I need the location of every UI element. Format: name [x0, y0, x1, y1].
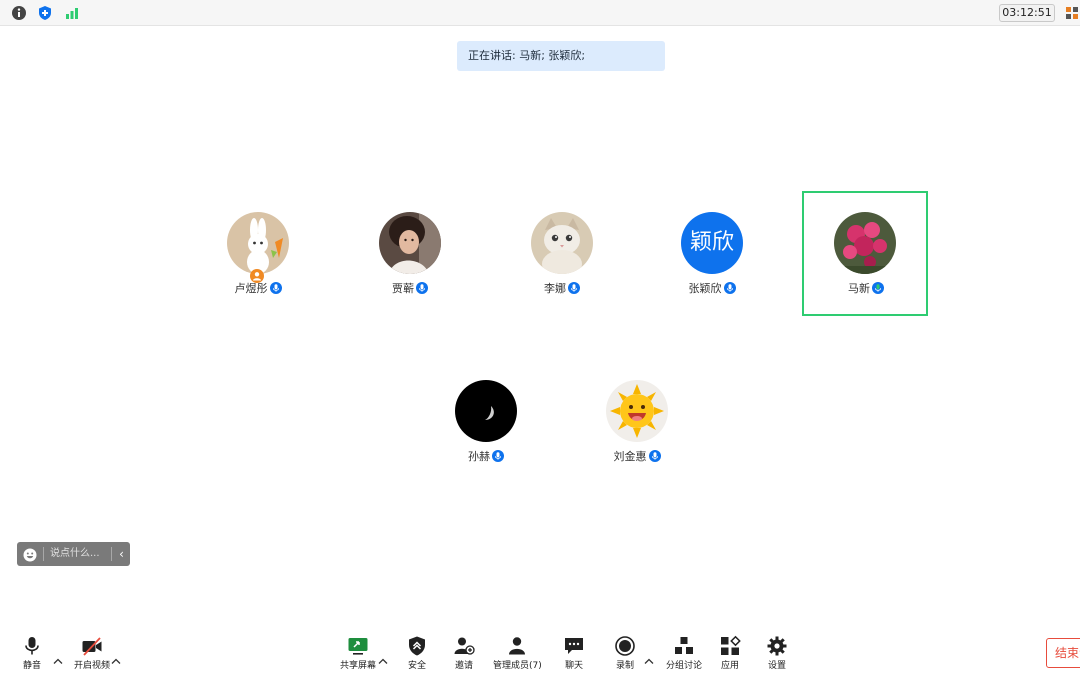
share-label: 共享屏幕 — [339, 661, 376, 671]
participant-name: 刘金惠 — [575, 448, 699, 464]
chevron-up-icon[interactable] — [644, 650, 654, 664]
emoji-icon[interactable] — [23, 547, 37, 562]
participants-label: 管理成员(7) — [493, 661, 542, 671]
chevron-up-icon[interactable] — [378, 650, 388, 664]
chat-icon — [563, 635, 585, 657]
apps-button[interactable]: 应用 — [713, 635, 747, 671]
chevron-up-icon[interactable] — [111, 650, 121, 664]
security-button[interactable]: 安全 — [400, 635, 434, 671]
divider — [43, 547, 44, 561]
top-status-bar: 03:12:51 — [0, 0, 1080, 26]
speaking-banner: 正在讲话: 马新; 张颖欣; — [457, 41, 665, 71]
participant-tile[interactable]: 颖欣 张颖欣 — [650, 192, 774, 316]
shield-icon[interactable] — [37, 5, 53, 21]
participant-tile[interactable]: 孙赫 — [424, 360, 548, 484]
chat-button[interactable]: 聊天 — [557, 635, 591, 671]
chat-label: 聊天 — [564, 661, 583, 671]
mic-on-icon — [568, 282, 580, 294]
breakout-rooms-button[interactable]: 分组讨论 — [662, 635, 706, 671]
photo-avatar — [379, 212, 441, 274]
end-meeting-button[interactable]: 结束会议 — [1046, 638, 1080, 668]
moon-avatar — [455, 380, 517, 442]
invite-label: 邀请 — [454, 661, 473, 671]
collapse-chat-button[interactable]: ‹ — [113, 542, 130, 566]
shield-icon — [406, 635, 428, 657]
settings-label: 设置 — [767, 661, 786, 671]
share-screen-icon — [347, 635, 369, 657]
signal-icon[interactable] — [64, 5, 80, 21]
participant-tile[interactable]: 卢煜彤 — [196, 192, 320, 316]
participant-name: 李娜 — [500, 280, 624, 296]
cat-avatar — [531, 212, 593, 274]
record-icon — [614, 635, 636, 657]
participant-name: 卢煜彤 — [196, 280, 320, 296]
share-screen-button[interactable]: 共享屏幕 — [338, 635, 378, 671]
meeting-timer: 03:12:51 — [999, 4, 1055, 22]
info-icon[interactable] — [11, 5, 27, 21]
mic-on-icon — [416, 282, 428, 294]
avatar-initials: 颖欣 — [689, 230, 734, 255]
gear-icon — [766, 635, 788, 657]
participant-tile[interactable]: 李娜 — [500, 192, 624, 316]
participants-icon — [506, 635, 528, 657]
text-avatar: 颖欣 — [681, 212, 743, 274]
mic-on-icon — [269, 282, 282, 294]
record-label: 录制 — [615, 661, 634, 671]
mute-button[interactable]: 静音 — [14, 635, 50, 671]
mic-on-icon — [648, 450, 661, 462]
start-video-button[interactable]: 开启视频 — [70, 635, 114, 671]
chat-input[interactable]: 说点什么... — [50, 542, 100, 566]
microphone-icon — [21, 635, 43, 657]
manage-participants-button[interactable]: 管理成员(7) — [493, 635, 542, 671]
video-label: 开启视频 — [73, 661, 110, 671]
bunny-avatar — [227, 212, 289, 274]
divider — [111, 547, 112, 561]
participant-tile-active[interactable]: 马新 — [802, 191, 928, 316]
sun-avatar — [606, 380, 668, 442]
participant-name: 张颖欣 — [650, 280, 774, 296]
participant-name: 马新 — [803, 280, 929, 296]
invite-button[interactable]: 邀请 — [447, 635, 481, 671]
breakout-label: 分组讨论 — [665, 661, 702, 671]
video-off-icon — [81, 635, 103, 657]
chat-input-bar[interactable]: 说点什么... ‹ — [17, 542, 130, 566]
participant-name: 孙赫 — [424, 448, 548, 464]
chevron-up-icon[interactable] — [53, 650, 63, 664]
participant-tile[interactable]: 刘金惠 — [575, 360, 699, 484]
apps-icon — [719, 635, 741, 657]
flower-avatar — [834, 212, 896, 274]
mute-label: 静音 — [22, 661, 41, 671]
mic-speaking-icon — [872, 282, 884, 294]
add-user-icon — [453, 635, 475, 657]
settings-button[interactable]: 设置 — [760, 635, 794, 671]
participant-tile[interactable]: 贾蕲 — [348, 192, 472, 316]
apps-label: 应用 — [720, 661, 739, 671]
breakout-rooms-icon — [673, 635, 695, 657]
participant-name: 贾蕲 — [348, 280, 472, 296]
mic-on-icon — [492, 450, 504, 462]
security-label: 安全 — [407, 661, 426, 671]
meeting-window: 03:12:51 正在讲话: 马新; 张颖欣; 卢煜彤 贾蕲 李娜 颖欣 张颖欣… — [0, 0, 1080, 675]
record-button[interactable]: 录制 — [608, 635, 642, 671]
mic-on-icon — [723, 282, 736, 294]
grid-icon[interactable] — [1064, 4, 1080, 22]
